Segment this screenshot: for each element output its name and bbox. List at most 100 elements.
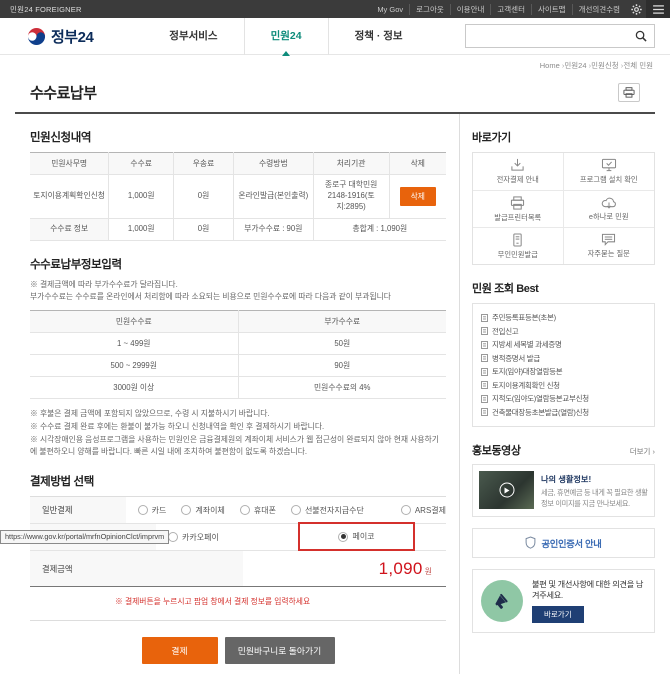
surcharge-row: 1 ~ 499원 50원 xyxy=(30,332,446,354)
breadcrumb-all[interactable]: 전체 민원 xyxy=(619,61,653,70)
hamburger-menu-icon[interactable] xyxy=(646,0,670,18)
col-header-delete: 삭제 xyxy=(389,153,446,175)
best-item-label: 병적증명서 발급 xyxy=(492,352,540,366)
best-item-3[interactable]: 지방세 세목별 과세증명 xyxy=(481,338,646,352)
gov24-logo[interactable]: 정부24 xyxy=(27,26,93,47)
nav-gov-services[interactable]: 정부서비스 xyxy=(143,18,243,55)
quicklink-label: e하나로 민원 xyxy=(589,212,629,222)
radio-kakaopay[interactable]: 카카오페이 xyxy=(168,532,219,543)
surcharge-2: 90원 xyxy=(238,354,446,376)
radio-kakaopay-circle[interactable] xyxy=(168,532,178,542)
breadcrumb-apply[interactable]: 민원신청 xyxy=(587,61,619,70)
fee-note-2: 부가수수료는 수수료를 온라인에서 처리함에 따라 소요되는 비용으로 민원수수… xyxy=(30,291,446,303)
nav-minwon24[interactable]: 민원24 xyxy=(244,18,328,55)
payco-highlight-box: 페이코 xyxy=(298,522,415,551)
best-item-8[interactable]: 건축물대장등초본발급(열람)신청 xyxy=(481,406,646,420)
radio-card[interactable]: 카드 xyxy=(138,505,167,516)
surcharge-table: 민원수수료 부가수수료 1 ~ 499원 50원 500 ~ 2999원 90원… xyxy=(30,310,446,399)
breadcrumb: Home민원24민원신청전체 민원 xyxy=(0,55,670,73)
certificate-guide-label: 공인인증서 안내 xyxy=(541,536,601,550)
search-input[interactable] xyxy=(473,31,635,41)
summary-fee: 1,000원 xyxy=(109,218,174,240)
application-table: 민원사무명 수수료 우송료 수령방법 처리기관 삭제 토지이용계획확인신청 1,… xyxy=(30,152,446,241)
settings-gear-icon[interactable] xyxy=(626,0,646,18)
general-payment-label: 일반결제 xyxy=(30,497,126,523)
radio-card-label: 카드 xyxy=(152,505,167,516)
radio-card-circle[interactable] xyxy=(138,505,148,515)
cell-agency: 종로구 대학민원2148-1916(토지:2895) xyxy=(313,175,389,219)
top-utility-bar: 민원24 FOREIGNER My Gov 로그아웃 이용안내 고객센터 사이트… xyxy=(0,0,670,18)
fee-note-1: ※ 결제금액에 따라 부가수수료가 달라집니다. xyxy=(30,279,446,291)
quicklink-label: 전자결제 안내 xyxy=(497,175,539,185)
summary-total: 총합계 : 1,090원 xyxy=(313,218,446,240)
warning-1: ※ 후불은 결제 금액에 포함되지 않았으므로, 수령 시 지불하시기 바랍니다… xyxy=(30,408,446,420)
best-item-label: 전입신고 xyxy=(492,325,518,339)
quicklink-e-payment[interactable]: 전자결제 안내 xyxy=(473,153,564,190)
warning-3: ※ 시각장애인용 음성프로그램을 사용하는 민원인은 금융결제원의 계좌이체 서… xyxy=(30,434,446,458)
quicklink-label: 자주묻는 질문 xyxy=(588,249,630,259)
radio-ars-label: ARS결제 xyxy=(415,505,446,516)
radio-payco-circle[interactable] xyxy=(338,532,348,542)
surcharge-col-fee: 민원수수료 xyxy=(30,310,238,332)
radio-mobile[interactable]: 휴대폰 xyxy=(240,505,276,516)
quicklink-program-check[interactable]: 프로그램 설치 확인 xyxy=(564,153,655,190)
video-section-title: 홍보동영상 xyxy=(472,442,521,458)
search-bar xyxy=(465,24,655,48)
search-icon[interactable] xyxy=(635,30,647,42)
link-preview-tooltip: https://www.gov.kr/portal/mrfnOpinionClc… xyxy=(0,530,169,544)
radio-ars[interactable]: ARS결제 xyxy=(401,505,446,516)
cloud-icon xyxy=(601,196,617,209)
topbar-link-support[interactable]: 고객센터 xyxy=(490,4,531,15)
radio-payco[interactable]: 페이코 xyxy=(338,531,374,542)
feedback-text: 불편 및 개선사항에 대한 의견을 남겨주세요. xyxy=(532,579,646,603)
best-item-1[interactable]: 주민등록표등본(초본) xyxy=(481,311,646,325)
radio-prepaid[interactable]: 선불전자지급수단 xyxy=(291,505,364,516)
footer-divider xyxy=(30,620,446,621)
best-item-2[interactable]: 전입신고 xyxy=(481,325,646,339)
video-more-link[interactable]: 더보기 › xyxy=(630,446,655,457)
topbar-link-sitemap[interactable]: 사이트맵 xyxy=(531,4,572,15)
radio-mobile-circle[interactable] xyxy=(240,505,250,515)
best-item-5[interactable]: 토지(임야)대장열람등본 xyxy=(481,365,646,379)
back-to-cart-button[interactable]: 민원바구니로 돌아가기 xyxy=(225,637,335,664)
cell-fee: 1,000원 xyxy=(109,175,174,219)
best-item-7[interactable]: 지적도(임야도)열람등본교부신청 xyxy=(481,392,646,406)
topbar-link-feedback[interactable]: 개선의견수렴 xyxy=(572,4,626,15)
faq-icon xyxy=(601,233,616,246)
range-2: 500 ~ 2999원 xyxy=(30,354,238,376)
nav-policy-info[interactable]: 정책 · 정보 xyxy=(328,18,429,55)
sidebar: 바로가기 전자결제 안내 프로그램 설치 확인 발급프린터목록 e하나로 민원 … xyxy=(460,114,655,674)
topbar-link-guide[interactable]: 이용안내 xyxy=(450,4,491,15)
topbar-link-mygov[interactable]: My Gov xyxy=(371,5,409,14)
col-header-method: 수령방법 xyxy=(233,153,313,175)
fee-info-section-title: 수수료납부정보입력 xyxy=(30,256,446,272)
video-thumbnail[interactable] xyxy=(479,471,534,509)
radio-ars-circle[interactable] xyxy=(401,505,411,515)
surcharge-1: 50원 xyxy=(238,332,446,354)
application-header-row: 민원사무명 수수료 우송료 수령방법 처리기관 삭제 xyxy=(30,153,446,175)
range-3: 3000원 이상 xyxy=(30,376,238,398)
best-item-4[interactable]: 병적증명서 발급 xyxy=(481,352,646,366)
summary-postage: 0원 xyxy=(174,218,234,240)
best-item-6[interactable]: 토지이용계획확인 신청 xyxy=(481,379,646,393)
print-button[interactable] xyxy=(618,83,640,102)
pay-button[interactable]: 결제 xyxy=(142,637,218,664)
megaphone-icon xyxy=(481,580,523,622)
breadcrumb-home[interactable]: Home xyxy=(540,61,560,70)
topbar-link-logout[interactable]: 로그아웃 xyxy=(409,4,450,15)
quicklink-kiosk[interactable]: 무인민원발급 xyxy=(473,227,564,264)
radio-bank-circle[interactable] xyxy=(181,505,191,515)
delete-button[interactable]: 삭제 xyxy=(400,187,436,206)
best-item-label: 토지(임야)대장열람등본 xyxy=(492,365,562,379)
certificate-guide-banner[interactable]: 공인인증서 안내 xyxy=(472,528,655,558)
cell-name: 토지이용계획확인신청 xyxy=(30,175,109,219)
quicklink-printer-list[interactable]: 발급프린터목록 xyxy=(473,190,564,227)
best-title: 민원 조회 Best xyxy=(472,280,655,296)
quicklink-faq[interactable]: 자주묻는 질문 xyxy=(564,227,655,264)
radio-bank-transfer[interactable]: 계좌이체 xyxy=(181,505,224,516)
surcharge-row: 500 ~ 2999원 90원 xyxy=(30,354,446,376)
payment-amount-value: 1,090 xyxy=(379,559,423,579)
radio-prepaid-circle[interactable] xyxy=(291,505,301,515)
breadcrumb-minwon24[interactable]: 민원24 xyxy=(560,61,587,70)
quicklink-ehanaro[interactable]: e하나로 민원 xyxy=(564,190,655,227)
